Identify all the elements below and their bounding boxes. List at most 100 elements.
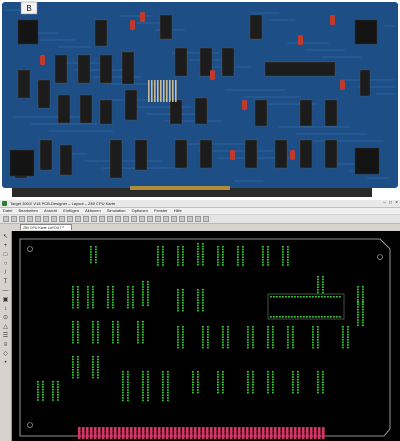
tool-icon[interactable]: ◇ bbox=[2, 351, 9, 358]
toolbar-button[interactable] bbox=[99, 216, 105, 222]
close-button[interactable]: × bbox=[395, 200, 398, 207]
pad bbox=[197, 258, 199, 261]
toolbar-button[interactable] bbox=[19, 216, 25, 222]
tool-icon[interactable]: — bbox=[2, 288, 9, 295]
tool-icon[interactable]: ○ bbox=[2, 261, 9, 268]
pad bbox=[97, 328, 99, 331]
pad bbox=[227, 336, 229, 338]
tool-icon[interactable]: △ bbox=[2, 324, 9, 331]
toolbar-button[interactable] bbox=[163, 216, 169, 222]
pad bbox=[197, 384, 199, 386]
pad bbox=[95, 253, 97, 256]
toolbar-button[interactable] bbox=[3, 216, 9, 222]
toolbar-button[interactable] bbox=[11, 216, 17, 222]
pad bbox=[137, 341, 139, 344]
pad bbox=[72, 374, 74, 376]
pad bbox=[142, 286, 144, 288]
tool-icon[interactable]: ↕ bbox=[2, 306, 9, 313]
menu-hilfe[interactable]: Hilfe bbox=[174, 208, 182, 214]
tool-icon[interactable]: ↖ bbox=[2, 234, 9, 241]
toolbar-button[interactable] bbox=[35, 216, 41, 222]
pad bbox=[317, 291, 319, 294]
toolbar-button[interactable] bbox=[131, 216, 137, 222]
toolbar-button[interactable] bbox=[171, 216, 177, 222]
pad bbox=[292, 339, 294, 341]
toolbar-button[interactable] bbox=[59, 216, 65, 222]
pad bbox=[292, 328, 294, 331]
toolbar-button[interactable] bbox=[147, 216, 153, 222]
tool-icon[interactable]: • bbox=[2, 360, 9, 367]
toolbar-button[interactable] bbox=[75, 216, 81, 222]
toolbar-button[interactable] bbox=[203, 216, 209, 222]
toolbar-button[interactable] bbox=[179, 216, 185, 222]
menu-fenster[interactable]: Fenster bbox=[154, 208, 168, 214]
menu-simulation[interactable]: Simulation bbox=[107, 208, 126, 214]
menu-bearbeiten[interactable]: Bearbeiten bbox=[18, 208, 37, 214]
tool-icon[interactable]: ≡ bbox=[2, 342, 9, 349]
toolbar-button[interactable] bbox=[115, 216, 121, 222]
tool-icon[interactable]: + bbox=[2, 243, 9, 250]
pad bbox=[247, 378, 249, 381]
ic-chip bbox=[77, 54, 91, 84]
pad bbox=[362, 306, 364, 308]
pad bbox=[318, 316, 320, 318]
edge-finger bbox=[250, 427, 253, 439]
pad bbox=[312, 328, 314, 331]
tool-icon[interactable]: □ bbox=[2, 252, 9, 259]
toolbar-button[interactable] bbox=[155, 216, 161, 222]
toolbar-button[interactable] bbox=[67, 216, 73, 222]
heatsink bbox=[354, 147, 380, 175]
pad bbox=[317, 326, 319, 328]
pad bbox=[72, 293, 74, 296]
pad bbox=[42, 391, 44, 393]
pad bbox=[202, 299, 204, 301]
pad bbox=[222, 389, 224, 391]
pad bbox=[342, 331, 344, 333]
menu-ansicht[interactable]: Ansicht bbox=[44, 208, 57, 214]
toolbar-button[interactable] bbox=[43, 216, 49, 222]
toolbar-button[interactable] bbox=[27, 216, 33, 222]
toolbar-button[interactable] bbox=[107, 216, 113, 222]
pad bbox=[147, 386, 149, 389]
edge-finger bbox=[282, 427, 285, 439]
pad bbox=[217, 264, 219, 266]
pad bbox=[202, 341, 204, 344]
pad bbox=[137, 328, 139, 331]
tool-icon[interactable]: ▣ bbox=[2, 297, 9, 304]
pad bbox=[127, 373, 129, 376]
tool-icon[interactable]: / bbox=[2, 270, 9, 277]
tool-icon[interactable]: T bbox=[2, 279, 9, 286]
toolbar-button[interactable] bbox=[123, 216, 129, 222]
menu-einfuegen[interactable]: Einfügen bbox=[63, 208, 79, 214]
pad bbox=[312, 326, 314, 328]
pad bbox=[242, 248, 244, 251]
pad bbox=[72, 328, 74, 331]
pad bbox=[217, 391, 219, 394]
toolbar-button[interactable] bbox=[83, 216, 89, 222]
maximize-button[interactable]: □ bbox=[389, 200, 392, 207]
tool-icon[interactable]: ☰ bbox=[2, 333, 9, 340]
menu-datei[interactable]: Datei bbox=[3, 208, 12, 214]
resistor bbox=[148, 80, 150, 102]
capacitor bbox=[330, 15, 335, 25]
pad bbox=[272, 386, 274, 389]
toolbar-button[interactable] bbox=[91, 216, 97, 222]
edge-finger bbox=[102, 427, 105, 439]
toolbar-button[interactable] bbox=[187, 216, 193, 222]
pad bbox=[162, 381, 164, 383]
layout-canvas[interactable] bbox=[12, 231, 400, 441]
toolbar-button[interactable] bbox=[139, 216, 145, 222]
pad bbox=[177, 331, 179, 333]
menu-optionen[interactable]: Optionen bbox=[132, 208, 148, 214]
tab-close-icon[interactable]: × bbox=[62, 224, 64, 230]
menu-aktionen[interactable]: Aktionen bbox=[85, 208, 101, 214]
pad bbox=[317, 276, 319, 278]
pad bbox=[77, 369, 79, 371]
toolbar-button[interactable] bbox=[195, 216, 201, 222]
toolbar-button[interactable] bbox=[51, 216, 57, 222]
pad bbox=[167, 391, 169, 394]
minimize-button[interactable]: – bbox=[383, 200, 386, 207]
tool-icon[interactable]: ⊙ bbox=[2, 315, 9, 322]
pad bbox=[242, 264, 244, 266]
pcb-layout-view[interactable] bbox=[12, 231, 400, 441]
